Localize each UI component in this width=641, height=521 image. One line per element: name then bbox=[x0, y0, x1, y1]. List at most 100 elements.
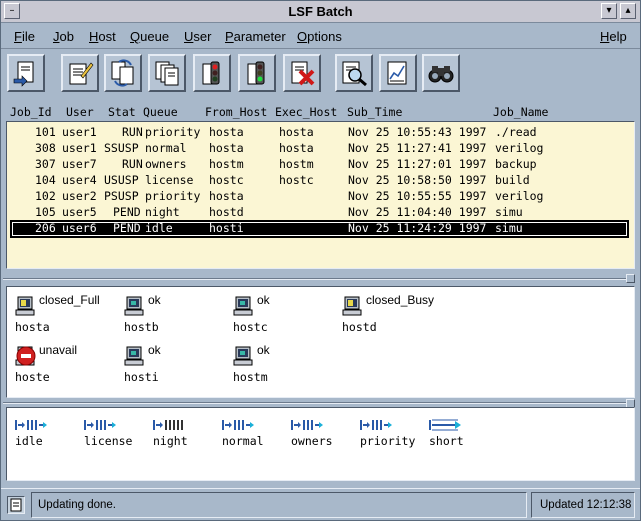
host-item[interactable]: ok hostc bbox=[233, 293, 343, 335]
job-id: 307 bbox=[35, 157, 56, 171]
submit-job-button[interactable] bbox=[7, 54, 45, 92]
menu-options[interactable]: Options bbox=[297, 29, 342, 44]
job-exec-host: hostm bbox=[279, 157, 314, 171]
menu-help-label: Help bbox=[600, 29, 627, 44]
find-button[interactable] bbox=[422, 54, 460, 92]
edit-job-button[interactable] bbox=[61, 54, 99, 92]
copy-job-icon bbox=[155, 61, 179, 86]
job-row[interactable]: 102 user2 PSUSP priority hosta Nov 25 10… bbox=[11, 189, 628, 205]
copy-job-button[interactable] bbox=[148, 54, 186, 92]
switch-job-button[interactable] bbox=[104, 54, 142, 92]
job-row[interactable]: 105 user5 PEND night hostd Nov 25 11:04:… bbox=[11, 205, 628, 221]
host-item[interactable]: ok hostm bbox=[233, 343, 343, 385]
menu-bar: File Job Host Queue User Parameter Optio… bbox=[1, 24, 640, 49]
job-sub-time: Nov 25 11:04:40 1997 bbox=[348, 205, 487, 219]
job-queue: night bbox=[145, 205, 180, 219]
col-sub-time[interactable]: Sub_Time bbox=[347, 105, 402, 119]
job-name: backup bbox=[495, 157, 537, 171]
host-name: hosta bbox=[15, 320, 50, 334]
job-stat: USUSP bbox=[104, 173, 139, 187]
host-item[interactable]: closed_Busy hostd bbox=[342, 293, 452, 335]
window-title: LSF Batch bbox=[288, 4, 353, 19]
col-job-name[interactable]: Job_Name bbox=[493, 105, 548, 119]
job-queue: normal bbox=[145, 141, 187, 155]
job-from-host: hosta bbox=[209, 125, 244, 139]
job-stat: RUN bbox=[122, 125, 143, 139]
col-stat[interactable]: Stat bbox=[108, 105, 136, 119]
menu-host-label: Host bbox=[89, 29, 116, 44]
queue-item[interactable]: short bbox=[429, 418, 499, 454]
job-exec-host: hostc bbox=[279, 173, 314, 187]
job-name: verilog bbox=[495, 189, 544, 203]
job-row[interactable]: 101 user1 RUN priority hosta hosta Nov 2… bbox=[11, 125, 628, 141]
suspend-job-button[interactable] bbox=[193, 54, 231, 92]
job-row[interactable]: 104 user4 USUSP license hostc hostc Nov … bbox=[11, 173, 628, 189]
job-queue: idle bbox=[145, 221, 173, 235]
job-row[interactable]: 308 user1 SSUSP normal hosta hosta Nov 2… bbox=[11, 141, 628, 157]
queue-icon bbox=[429, 419, 461, 431]
queue-icon bbox=[15, 420, 47, 430]
job-row-selected[interactable]: 206 user6 PEND idle hosti Nov 25 11:24:2… bbox=[10, 220, 629, 238]
maximize-button[interactable]: ▴ bbox=[620, 3, 636, 19]
host-item[interactable]: unavail hoste bbox=[15, 343, 125, 385]
job-history-button[interactable] bbox=[379, 54, 417, 92]
host-closed-icon bbox=[342, 296, 362, 316]
col-exec-host[interactable]: Exec_Host bbox=[275, 105, 337, 119]
menu-parameter[interactable]: Parameter bbox=[225, 29, 286, 44]
queue-item[interactable]: idle bbox=[15, 418, 85, 454]
col-queue[interactable]: Queue bbox=[143, 105, 178, 119]
menu-user[interactable]: User bbox=[184, 29, 211, 44]
queue-icon bbox=[222, 420, 254, 430]
edit-job-icon bbox=[69, 62, 94, 85]
status-icon-button[interactable] bbox=[7, 496, 25, 514]
col-job-id[interactable]: Job_Id bbox=[10, 105, 52, 119]
menu-host[interactable]: Host bbox=[89, 29, 116, 44]
menu-help[interactable]: Help bbox=[600, 29, 627, 44]
host-item[interactable]: ok hosti bbox=[124, 343, 234, 385]
job-from-host: hostm bbox=[209, 157, 244, 171]
job-id: 104 bbox=[35, 173, 56, 187]
col-from-host[interactable]: From_Host bbox=[205, 105, 267, 119]
queue-item[interactable]: normal bbox=[222, 418, 292, 454]
job-id: 206 bbox=[35, 221, 56, 235]
job-name: simu bbox=[495, 221, 523, 235]
minimize-button[interactable]: ▾ bbox=[601, 3, 617, 19]
menu-file[interactable]: File bbox=[14, 29, 35, 44]
host-ok-icon bbox=[124, 346, 144, 366]
job-id: 105 bbox=[35, 205, 56, 219]
job-history-icon bbox=[387, 61, 407, 85]
host-closed-icon bbox=[15, 296, 35, 316]
host-ok-icon bbox=[233, 296, 253, 316]
queue-icon bbox=[291, 420, 323, 430]
queue-item[interactable]: priority bbox=[360, 418, 430, 454]
queue-item[interactable]: owners bbox=[291, 418, 361, 454]
job-sub-time: Nov 25 11:24:29 1997 bbox=[348, 221, 487, 235]
job-detail-button[interactable] bbox=[335, 54, 373, 92]
host-item[interactable]: closed_Full hosta bbox=[15, 293, 125, 335]
resume-job-button[interactable] bbox=[238, 54, 276, 92]
title-bar[interactable]: – LSF Batch ▾ ▴ bbox=[1, 1, 640, 23]
find-icon bbox=[428, 66, 454, 83]
job-user: user5 bbox=[62, 205, 97, 219]
host-item[interactable]: ok hostb bbox=[124, 293, 234, 335]
queue-name: idle bbox=[15, 434, 43, 448]
col-user[interactable]: User bbox=[66, 105, 94, 119]
queue-item[interactable]: license bbox=[84, 418, 154, 454]
job-stat: PEND bbox=[113, 205, 141, 219]
job-list: 101 user1 RUN priority hosta hosta Nov 2… bbox=[6, 121, 635, 269]
job-name: simu bbox=[495, 205, 523, 219]
queue-item[interactable]: night bbox=[153, 418, 223, 454]
job-row[interactable]: 307 user7 RUN owners hostm hostm Nov 25 … bbox=[11, 157, 628, 173]
job-id: 308 bbox=[35, 141, 56, 155]
host-name: hoste bbox=[15, 370, 50, 384]
pane-sash[interactable] bbox=[626, 274, 635, 283]
host-name: hosti bbox=[124, 370, 159, 384]
kill-job-button[interactable] bbox=[283, 54, 321, 92]
job-name: verilog bbox=[495, 141, 544, 155]
menu-job[interactable]: Job bbox=[53, 29, 74, 44]
job-queue: priority bbox=[145, 189, 201, 203]
queue-name: night bbox=[153, 434, 188, 448]
host-status: ok bbox=[148, 293, 161, 307]
queue-list: idle license night normal owners priorit… bbox=[6, 407, 635, 481]
menu-queue[interactable]: Queue bbox=[130, 29, 169, 44]
